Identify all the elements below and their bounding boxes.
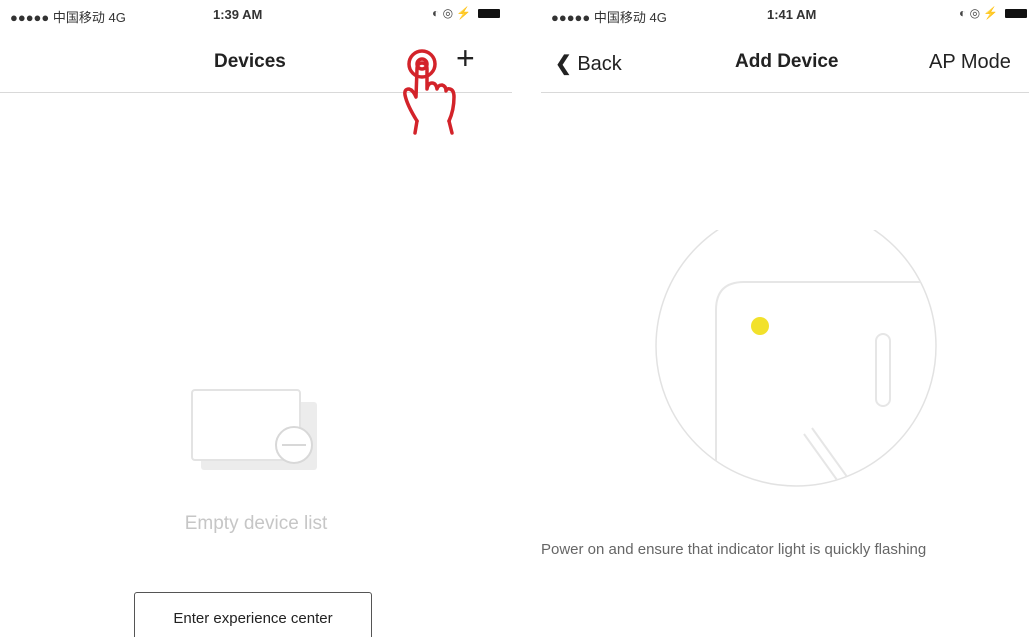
status-icons: ◐ ◎ ⚡ — [432, 6, 500, 20]
page-title: Devices — [214, 51, 286, 72]
status-time: 1:41 AM — [767, 7, 817, 22]
empty-device-icon — [191, 389, 317, 470]
tap-hand-icon — [403, 49, 456, 135]
status-time: 1:39 AM — [213, 7, 263, 22]
status-bar: ●●●●● 中国移动 4G 1:41 AM ◐ ◎ ⚡ — [541, 0, 1029, 26]
back-button[interactable]: ❮ Back — [555, 51, 622, 76]
add-device-screen: ●●●●● 中国移动 4G 1:41 AM ◐ ◎ ⚡ ❮ Back Add D… — [541, 0, 1029, 637]
chevron-left-icon: ❮ — [555, 53, 572, 75]
enter-experience-center-button[interactable]: Enter experience center — [134, 592, 372, 637]
device-indicator-illustration — [655, 230, 937, 487]
status-icons: ◐ ◎ ⚡ — [959, 6, 1027, 20]
instruction-text: Power on and ensure that indicator light… — [541, 541, 927, 558]
empty-list-text: Empty device list — [184, 513, 328, 534]
nav-bar: ❮ Back Add Device AP Mode — [541, 30, 1029, 93]
page-title: Add Device — [735, 51, 839, 72]
devices-screen: ●●●●● 中国移动 4G 1:39 AM ◐ ◎ ⚡ Devices + Em… — [0, 0, 512, 637]
ap-mode-button[interactable]: AP Mode — [929, 51, 1011, 74]
status-icons-glyphs: ◐ ◎ ⚡ — [959, 6, 999, 20]
status-bar: ●●●●● 中国移动 4G 1:39 AM ◐ ◎ ⚡ — [0, 0, 512, 26]
battery-icon — [477, 9, 500, 19]
indicator-light — [751, 317, 769, 335]
back-label: Back — [577, 53, 622, 75]
status-icons-glyphs: ◐ ◎ ⚡ — [432, 6, 472, 20]
battery-icon — [1004, 9, 1027, 19]
carrier-label: ●●●●● 中国移动 4G — [551, 10, 667, 25]
carrier-label: ●●●●● 中国移动 4G — [10, 10, 126, 25]
